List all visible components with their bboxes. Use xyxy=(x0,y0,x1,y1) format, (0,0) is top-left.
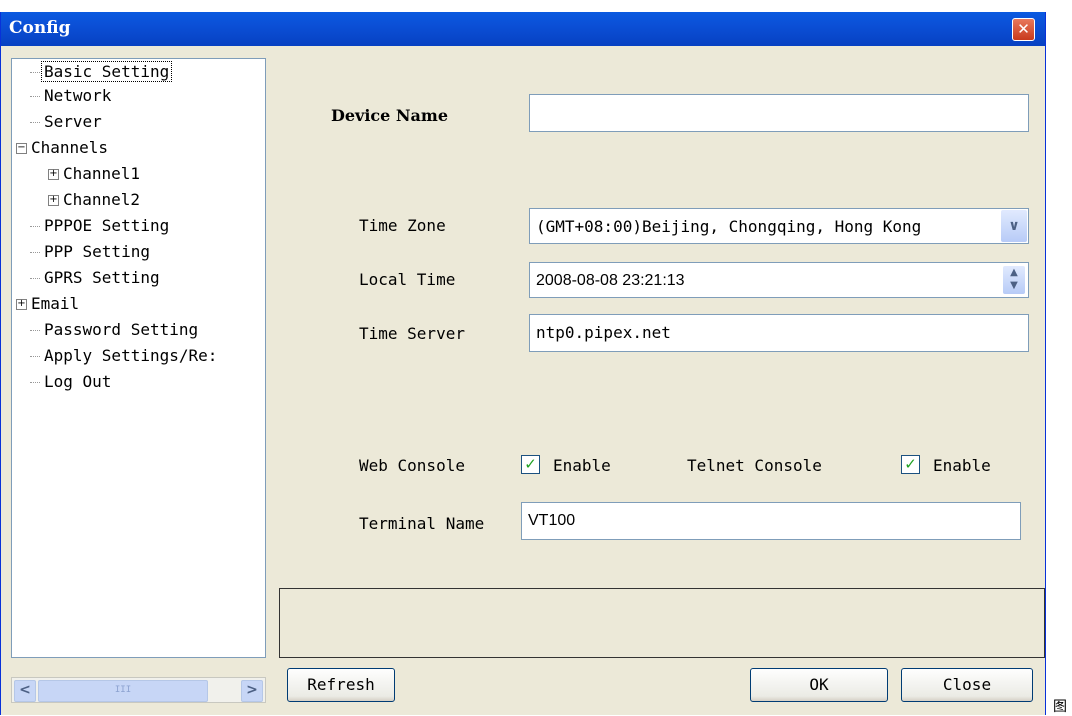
tree-item-network[interactable]: Network xyxy=(30,85,113,107)
expand-icon[interactable]: + xyxy=(48,195,59,206)
tree-item-gprs-setting[interactable]: GPRS Setting xyxy=(30,267,162,289)
web-console-checkbox[interactable]: ✓ xyxy=(521,455,540,474)
tree-item-basic-setting[interactable]: Basic Setting xyxy=(30,61,173,83)
caption-glyph: 图 xyxy=(1053,699,1067,715)
tree-horizontal-scrollbar[interactable]: < III > xyxy=(11,677,266,703)
scroll-left-icon[interactable]: < xyxy=(14,680,36,702)
time-server-label: Time Server xyxy=(359,324,465,343)
settings-panel: Device Name Time Zone (GMT+08:00)Beijing… xyxy=(273,58,1037,658)
tree-item-email[interactable]: + Email xyxy=(16,293,81,315)
tree-item-channel2[interactable]: + Channel2 xyxy=(48,189,142,211)
expand-icon[interactable]: + xyxy=(48,169,59,180)
tree-item-server[interactable]: Server xyxy=(30,111,104,133)
tree-item-password-setting[interactable]: Password Setting xyxy=(30,319,200,341)
window-title: Config xyxy=(9,18,71,38)
spin-updown-icon[interactable]: ▲ ▼ xyxy=(1003,266,1025,294)
telnet-console-checkbox[interactable]: ✓ xyxy=(901,455,920,474)
local-time-label: Local Time xyxy=(359,270,456,289)
terminal-name-field[interactable]: VT100 xyxy=(521,502,1021,540)
web-console-enable-label: Enable xyxy=(553,456,611,475)
local-time-field[interactable]: 2008-08-08 23:21:13 ▲ ▼ xyxy=(529,262,1029,298)
scroll-thumb[interactable]: III xyxy=(38,680,208,702)
telnet-console-label: Telnet Console xyxy=(687,456,822,475)
tree-item-channel1[interactable]: + Channel1 xyxy=(48,163,142,185)
device-name-label: Device Name xyxy=(331,106,449,125)
web-console-label: Web Console xyxy=(359,456,465,475)
telnet-console-enable-label: Enable xyxy=(933,456,991,475)
tree-item-ppp-setting[interactable]: PPP Setting xyxy=(30,241,152,263)
status-message-area xyxy=(279,588,1045,658)
title-bar[interactable]: Config ✕ xyxy=(1,12,1045,46)
close-button[interactable]: Close xyxy=(901,668,1033,702)
terminal-name-label: Terminal Name xyxy=(359,514,485,533)
device-name-field[interactable] xyxy=(529,94,1029,132)
tree-item-pppoe-setting[interactable]: PPPOE Setting xyxy=(30,215,171,237)
time-zone-label: Time Zone xyxy=(359,216,446,235)
ok-button[interactable]: OK xyxy=(750,668,888,702)
time-server-field[interactable]: ntp0.pipex.net xyxy=(529,314,1029,352)
tree-item-log-out[interactable]: Log Out xyxy=(30,371,113,393)
expand-icon[interactable]: + xyxy=(16,299,27,310)
refresh-button[interactable]: Refresh xyxy=(287,668,395,702)
settings-tree: Basic Setting Network Server − Channels +… xyxy=(11,58,266,658)
tree-item-apply-settings[interactable]: Apply Settings/Re: xyxy=(30,345,219,367)
collapse-icon[interactable]: − xyxy=(16,143,27,154)
chevron-down-icon[interactable]: ∨ xyxy=(1001,210,1027,242)
config-window: Config ✕ Basic Setting Network Server − C… xyxy=(0,12,1046,715)
close-icon[interactable]: ✕ xyxy=(1012,18,1035,41)
tree-item-channels[interactable]: − Channels xyxy=(16,137,110,159)
time-zone-select[interactable]: (GMT+08:00)Beijing, Chongqing, Hong Kong… xyxy=(529,208,1029,244)
scroll-right-icon[interactable]: > xyxy=(241,680,263,702)
